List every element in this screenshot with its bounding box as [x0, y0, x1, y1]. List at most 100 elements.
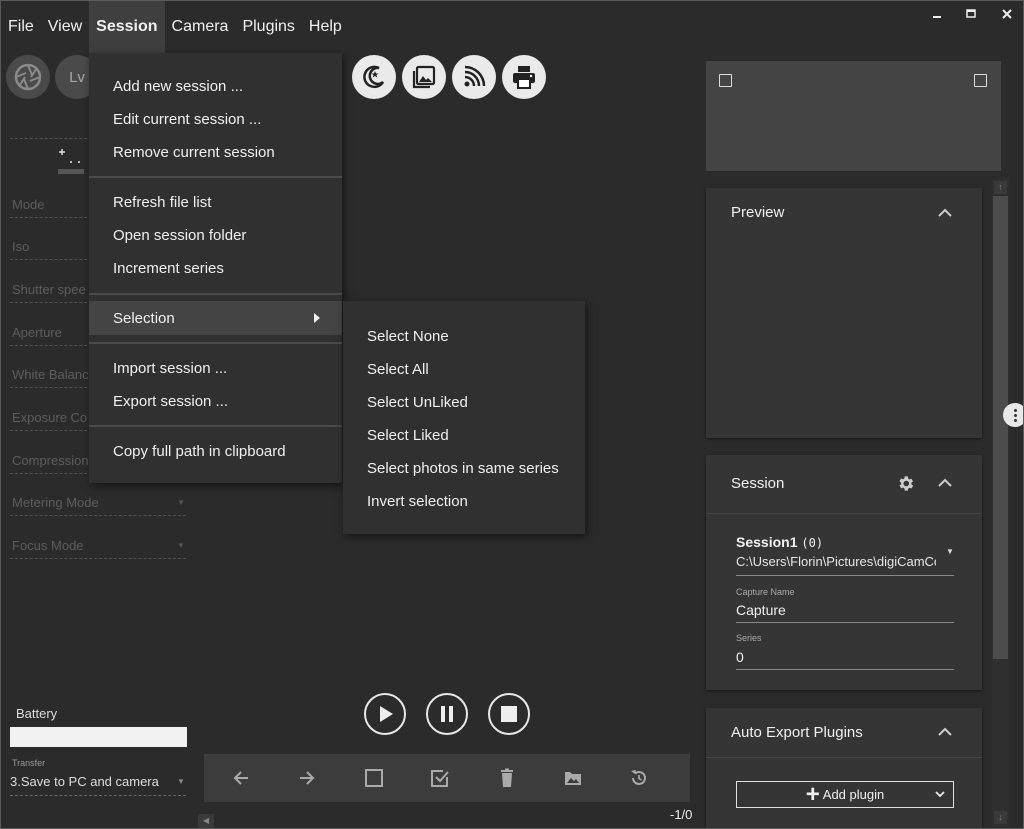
select-checkbox-right[interactable] [974, 74, 987, 87]
export-session-item[interactable]: Export session ... [89, 386, 342, 416]
capture-button[interactable] [6, 55, 50, 99]
iso-label[interactable]: Iso [12, 239, 29, 254]
selection-submenu: Select None Select All Select UnLiked Se… [343, 301, 585, 534]
collapse-session-icon[interactable] [938, 478, 952, 488]
viewer-nav-bar [204, 754, 690, 802]
minimize-button[interactable] [925, 7, 949, 23]
shutter-speed-label[interactable]: Shutter spee [12, 282, 86, 297]
maximize-icon [966, 9, 976, 18]
maximize-button[interactable] [959, 7, 983, 23]
session-name[interactable]: Session1 (0) [736, 534, 823, 550]
transfer-select[interactable]: 3.Save to PC and camera [10, 774, 159, 789]
capture-name-label: Capture Name [736, 587, 795, 597]
invert-selection-item[interactable]: Invert selection [343, 486, 585, 516]
menu-view[interactable]: View [41, 1, 89, 53]
selection-item-label: Selection [113, 309, 175, 327]
night-mode-icon [363, 65, 385, 89]
menu-camera[interactable]: Camera [165, 1, 236, 53]
wifi-icon [464, 65, 486, 87]
mode-label[interactable]: Mode [12, 197, 45, 212]
aperture-label[interactable]: Aperture [12, 325, 62, 340]
increment-series-item[interactable]: Increment series [89, 253, 342, 283]
white-balance-label[interactable]: White Balanc [12, 367, 89, 382]
auto-export-panel: Auto Export Plugins + Add plugin [706, 708, 982, 828]
scroll-left-icon[interactable]: ◀ [198, 814, 214, 828]
copy-path-item[interactable]: Copy full path in clipboard [89, 436, 342, 466]
gallery-icon [412, 65, 436, 89]
close-icon [1002, 9, 1012, 19]
stop-button[interactable] [488, 693, 530, 735]
auto-export-title: Auto Export Plugins [731, 724, 863, 741]
close-button[interactable] [995, 7, 1019, 23]
scrollbar-thumb[interactable] [993, 196, 1008, 659]
play-button[interactable] [364, 693, 406, 735]
select-unliked-item[interactable]: Select UnLiked [343, 387, 585, 417]
capture-name-input[interactable]: Capture [736, 602, 786, 618]
night-mode-button[interactable] [352, 55, 396, 99]
submenu-arrow-icon [314, 313, 320, 323]
selection-item[interactable]: Selection [89, 301, 342, 335]
edit-session-item[interactable]: Edit current session ... [89, 104, 342, 134]
preview-panel: Preview [706, 188, 982, 438]
print-button[interactable] [502, 55, 546, 99]
session-title: Session [731, 475, 785, 492]
session-panel: Session Session1 (0) C:\Users\Florin\Pic… [706, 455, 982, 690]
add-plugin-button[interactable]: + Add plugin [736, 781, 954, 808]
more-options-icon[interactable] [1003, 403, 1023, 427]
collapse-preview-icon[interactable] [938, 208, 952, 218]
select-checkbox-left[interactable] [719, 74, 732, 87]
wifi-button[interactable] [452, 55, 496, 99]
image-icon[interactable] [563, 768, 583, 788]
thumbnail-box [706, 61, 1001, 171]
remove-session-item[interactable]: Remove current session [89, 137, 342, 167]
select-all-item[interactable]: Select All [343, 354, 585, 384]
add-plugin-label: Add plugin [822, 787, 885, 802]
minimize-icon [933, 16, 941, 18]
menu-file[interactable]: File [1, 1, 41, 53]
app-window: File View Session Camera Plugins Help Lv [0, 0, 1024, 829]
live-view-icon: Lv [69, 68, 85, 86]
trash-icon[interactable] [497, 768, 517, 788]
play-icon [380, 706, 393, 722]
scroll-down-icon[interactable]: ↓ [994, 811, 1007, 824]
menu-session[interactable]: Session [89, 1, 165, 53]
exposure-comp-label[interactable]: Exposure Co [12, 410, 87, 425]
compression-label[interactable]: Compression [12, 453, 89, 468]
transfer-caret-icon: ▼ [177, 777, 185, 786]
menu-plugins[interactable]: Plugins [235, 1, 301, 53]
arrow-right-icon[interactable] [297, 768, 317, 788]
refresh-file-list-item[interactable]: Refresh file list [89, 187, 342, 217]
session-count: (0) [801, 536, 824, 550]
import-session-item[interactable]: Import session ... [89, 353, 342, 383]
gear-icon[interactable] [896, 474, 915, 493]
gallery-button[interactable] [402, 55, 446, 99]
pause-icon [441, 706, 453, 722]
unchecked-box-icon[interactable] [364, 768, 384, 788]
focus-mode-label[interactable]: Focus Mode [12, 538, 84, 553]
session-select-caret-icon[interactable]: ▼ [946, 547, 954, 556]
scroll-up-icon[interactable]: ↑ [994, 181, 1007, 194]
stop-icon [501, 706, 517, 722]
session-menu: Add new session ... Edit current session… [89, 53, 342, 483]
collapse-auto-export-icon[interactable] [938, 727, 952, 737]
metering-mode-caret-icon: ▼ [177, 498, 185, 507]
focus-icon [56, 149, 86, 177]
checked-box-icon[interactable] [430, 768, 450, 788]
select-liked-item[interactable]: Select Liked [343, 420, 585, 450]
focus-mode-caret-icon: ▼ [177, 541, 185, 550]
aperture-icon [14, 63, 42, 91]
metering-mode-label[interactable]: Metering Mode [12, 495, 99, 510]
select-none-item[interactable]: Select None [343, 321, 585, 351]
preview-title: Preview [731, 204, 785, 221]
open-session-folder-item[interactable]: Open session folder [89, 220, 342, 250]
arrow-left-icon[interactable] [231, 768, 251, 788]
transfer-label: Transfer [12, 758, 46, 768]
pause-button[interactable] [426, 693, 468, 735]
menu-help[interactable]: Help [302, 1, 349, 53]
rotate-icon[interactable] [629, 768, 649, 788]
add-new-session-item[interactable]: Add new session ... [89, 71, 342, 101]
plus-icon: + [805, 780, 820, 808]
series-input[interactable]: 0 [736, 649, 744, 665]
battery-label: Battery [16, 706, 58, 721]
select-same-series-item[interactable]: Select photos in same series [343, 453, 585, 483]
